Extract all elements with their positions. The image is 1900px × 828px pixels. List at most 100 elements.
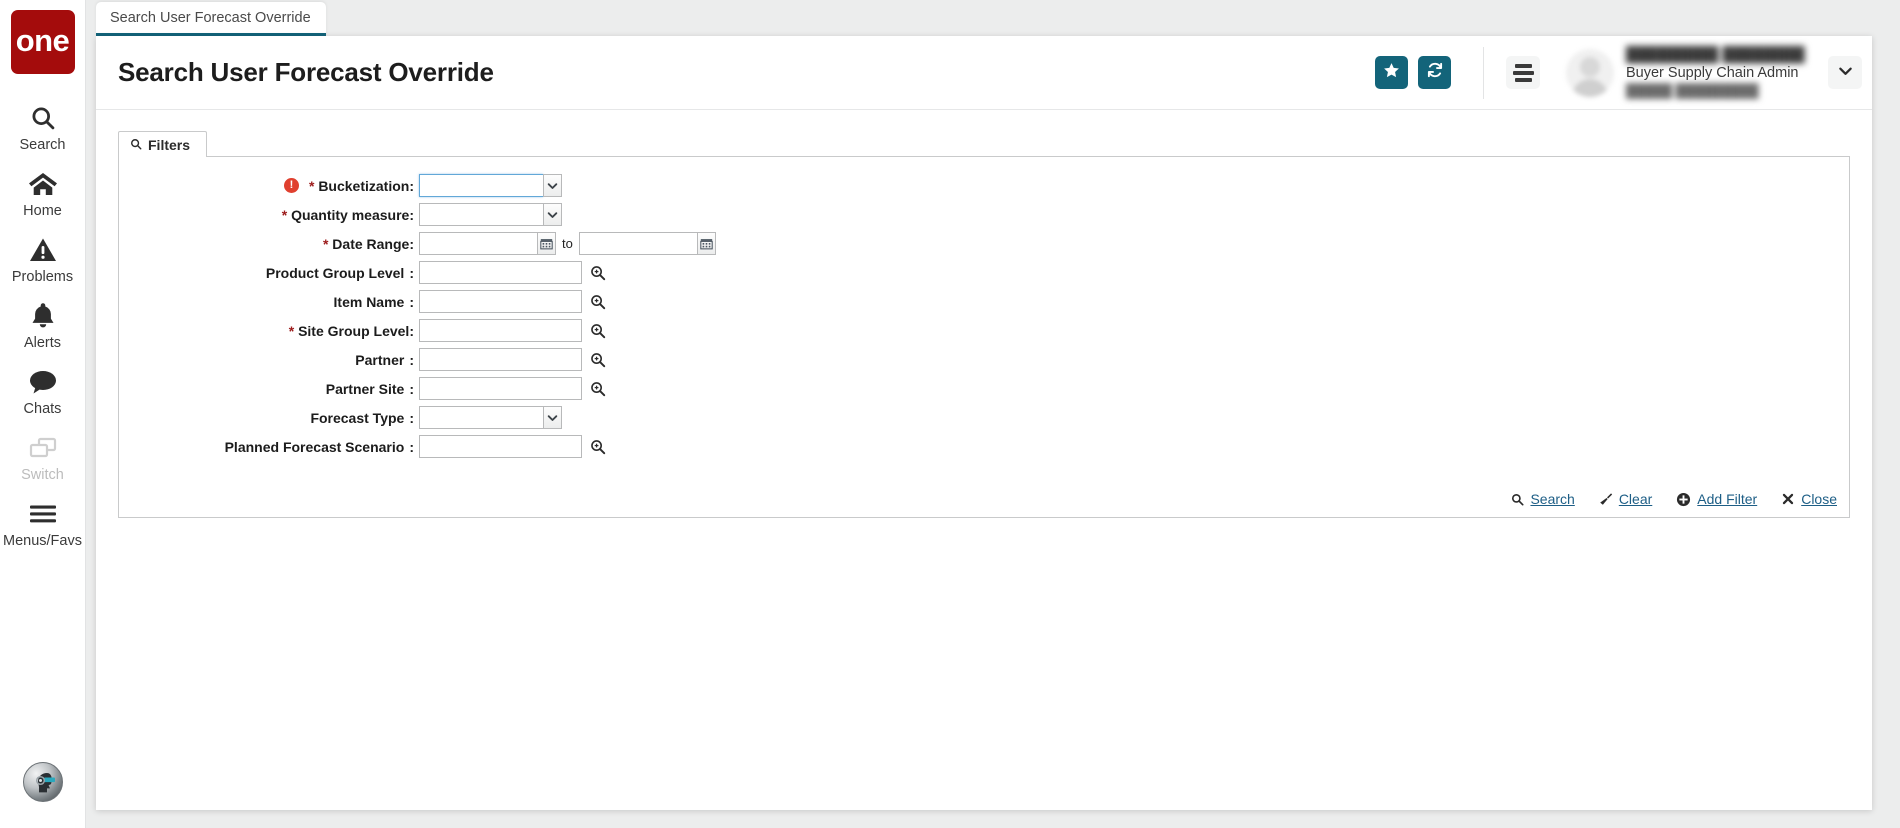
header-action-buttons <box>1375 56 1455 89</box>
filter-control-site-group-level <box>419 319 607 342</box>
user-organization: █████ █████████ <box>1626 83 1814 99</box>
filter-label-item-name: Item Name: <box>119 294 419 310</box>
search-icon <box>130 137 142 153</box>
filter-label-forecast-type: Forecast Type: <box>119 410 419 426</box>
list-menu-icon-bar <box>1515 64 1532 68</box>
sidebar-item-alerts[interactable]: Alerts <box>0 292 86 358</box>
lookup-search-icon[interactable] <box>589 322 607 340</box>
filter-row-partner-site: Partner Site: <box>119 374 1849 403</box>
date-from-input[interactable] <box>419 232 537 255</box>
error-icon: ! <box>284 178 299 193</box>
plus-circle-icon <box>1676 492 1691 507</box>
filter-row-date-range: * Date Range: <box>119 229 1849 258</box>
search-button-label: Search <box>1530 491 1574 507</box>
product-group-level-input[interactable] <box>419 261 582 284</box>
favorite-button[interactable] <box>1375 56 1408 89</box>
quantity-measure-select[interactable] <box>419 203 562 226</box>
user-menu-button[interactable] <box>1828 56 1862 89</box>
date-range-to[interactable] <box>579 232 716 255</box>
user-profile-block[interactable]: █████████ ████████ Buyer Supply Chain Ad… <box>1540 46 1872 99</box>
sidebar-item-chats[interactable]: Chats <box>0 358 86 424</box>
filter-control-product-group-level <box>419 261 607 284</box>
filter-row-bucketization: ! * Bucketization: <box>119 171 1849 200</box>
ai-assistant-icon[interactable] <box>23 762 63 802</box>
quantity-measure-input[interactable] <box>419 203 543 226</box>
search-button[interactable]: Search <box>1511 491 1574 507</box>
sidebar-item-label: Switch <box>21 467 64 483</box>
filters-action-bar: Search Clear <box>1511 491 1837 507</box>
refresh-button[interactable] <box>1418 56 1451 89</box>
sidebar-item-search[interactable]: Search <box>0 94 86 160</box>
forecast-type-input[interactable] <box>419 406 543 429</box>
bucketization-select[interactable] <box>419 174 562 197</box>
avatar <box>1566 49 1614 97</box>
lookup-search-icon[interactable] <box>589 351 607 369</box>
user-meta: █████████ ████████ Buyer Supply Chain Ad… <box>1626 46 1814 99</box>
add-filter-button-label: Add Filter <box>1697 491 1757 507</box>
search-icon <box>29 103 57 133</box>
filter-row-quantity-measure: * Quantity measure: <box>119 200 1849 229</box>
list-menu-button[interactable] <box>1506 56 1540 89</box>
user-name: █████████ ████████ <box>1626 46 1814 64</box>
filter-row-partner: Partner: <box>119 345 1849 374</box>
page-header: Search User Forecast Override <box>96 36 1872 110</box>
calendar-icon[interactable] <box>697 232 716 255</box>
filters-panel: Filters ! * Bucketization: <box>96 110 1872 518</box>
required-marker: * <box>282 207 287 223</box>
close-button[interactable]: Close <box>1781 491 1837 507</box>
planned-forecast-scenario-input[interactable] <box>419 435 582 458</box>
filter-control-planned-forecast-scenario <box>419 435 607 458</box>
chevron-down-icon[interactable] <box>543 174 562 197</box>
filter-label-text: Quantity measure <box>291 207 409 223</box>
filter-label-product-group-level: Product Group Level: <box>119 265 419 281</box>
content-window: Search User Forecast Override <box>96 36 1872 810</box>
filter-control-quantity-measure <box>419 203 562 226</box>
main-stage: Search User Forecast Override Search Use… <box>86 0 1900 828</box>
sidebar-item-problems[interactable]: Problems <box>0 226 86 292</box>
app-logo[interactable]: one <box>11 10 75 74</box>
filter-label-text: Item Name <box>334 294 405 310</box>
lookup-search-icon[interactable] <box>589 264 607 282</box>
chevron-down-icon[interactable] <box>543 203 562 226</box>
filter-control-partner <box>419 348 607 371</box>
clear-button-label: Clear <box>1619 491 1652 507</box>
filter-row-forecast-type: Forecast Type: <box>119 403 1849 432</box>
chat-icon <box>28 367 58 397</box>
user-role: Buyer Supply Chain Admin <box>1626 64 1814 82</box>
forecast-type-select[interactable] <box>419 406 562 429</box>
sidebar-item-label: Alerts <box>24 335 61 351</box>
refresh-icon <box>1426 61 1444 84</box>
clear-button[interactable]: Clear <box>1599 491 1652 507</box>
item-name-input[interactable] <box>419 290 582 313</box>
sidebar-item-menus-favs[interactable]: Menus/Favs <box>0 490 86 556</box>
tab-filters[interactable]: Filters <box>118 131 207 157</box>
partner-input[interactable] <box>419 348 582 371</box>
lookup-search-icon[interactable] <box>589 380 607 398</box>
calendar-icon[interactable] <box>537 232 556 255</box>
sidebar-item-label: Chats <box>24 401 62 417</box>
site-group-level-input[interactable] <box>419 319 582 342</box>
filter-label-bucketization: ! * Bucketization: <box>119 178 419 194</box>
chevron-down-icon <box>1838 64 1853 82</box>
star-icon <box>1383 62 1400 84</box>
sidebar-item-label: Problems <box>12 269 73 285</box>
filters-panel-body: ! * Bucketization: <box>118 156 1850 518</box>
lookup-search-icon[interactable] <box>589 438 607 456</box>
filter-label-text: Date Range <box>332 236 409 252</box>
filter-control-forecast-type <box>419 406 562 429</box>
sidebar-item-switch[interactable]: Switch <box>0 424 86 490</box>
date-range-from[interactable] <box>419 232 556 255</box>
bucketization-input[interactable] <box>419 174 543 197</box>
sidebar-item-label: Search <box>20 137 66 153</box>
chevron-down-icon[interactable] <box>543 406 562 429</box>
filter-row-product-group-level: Product Group Level: <box>119 258 1849 287</box>
lookup-search-icon[interactable] <box>589 293 607 311</box>
hamburger-icon <box>28 499 58 529</box>
date-range-separator: to <box>562 232 573 255</box>
tab-search-user-forecast-override[interactable]: Search User Forecast Override <box>96 2 326 36</box>
sidebar-item-home[interactable]: Home <box>0 160 86 226</box>
date-to-input[interactable] <box>579 232 697 255</box>
partner-site-input[interactable] <box>419 377 582 400</box>
add-filter-button[interactable]: Add Filter <box>1676 491 1757 507</box>
bell-icon <box>30 301 56 331</box>
